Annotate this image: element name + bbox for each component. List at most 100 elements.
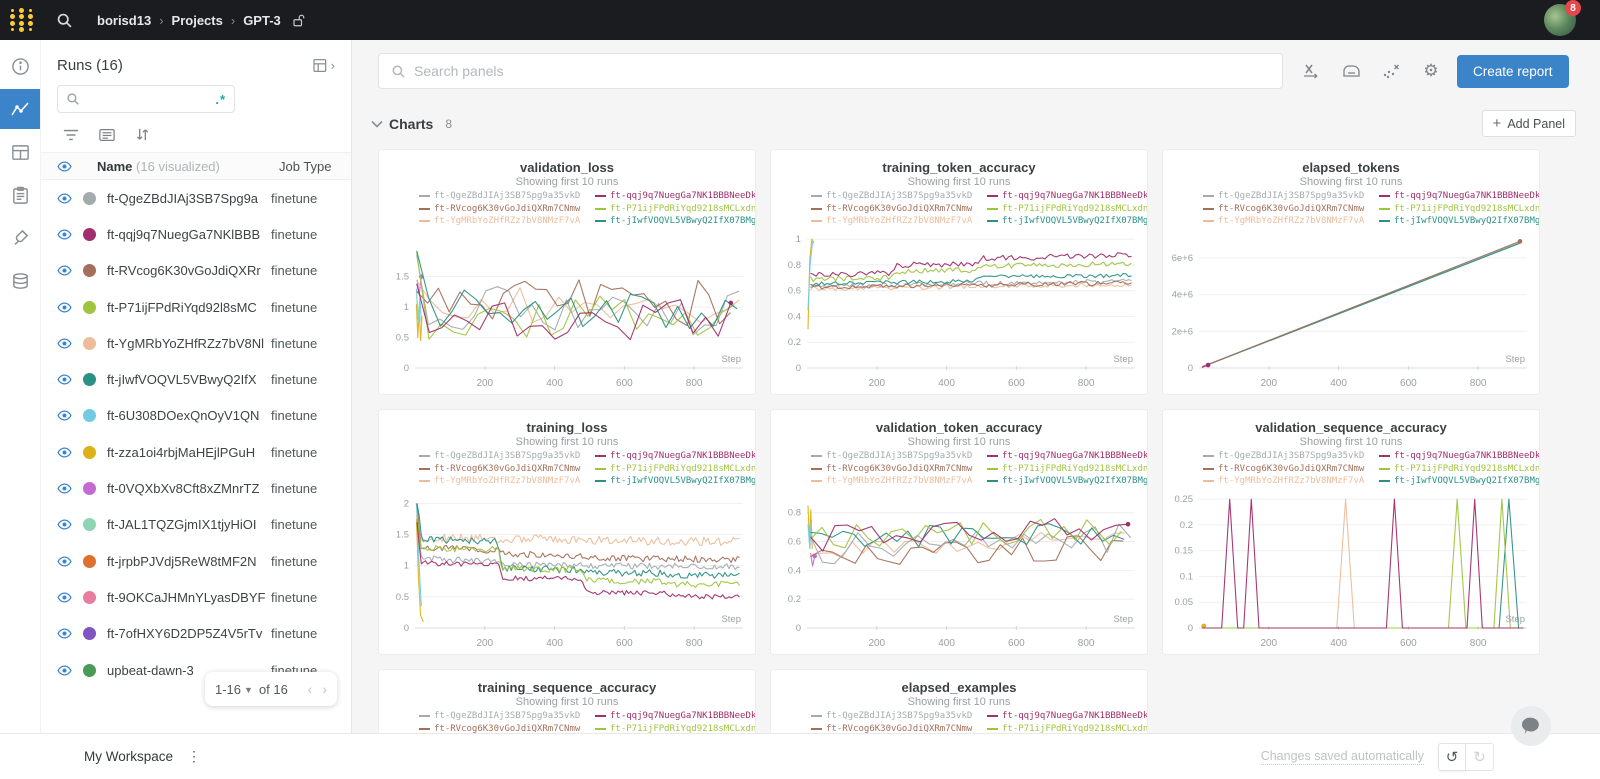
- artifacts-tab-database-icon[interactable]: [0, 261, 40, 301]
- global-search-icon[interactable]: [56, 12, 73, 29]
- legend-entry[interactable]: ft-YgMRbYoZHfRZz7bV8NMzF7vA: [1203, 475, 1379, 488]
- runs-column-name[interactable]: Name: [97, 159, 132, 174]
- run-row[interactable]: ft-RVcog6K30vGoJdiQXRrfinetune: [41, 253, 351, 289]
- group-icon[interactable]: [99, 127, 115, 142]
- runs-table-expand-icon[interactable]: ›: [313, 58, 335, 73]
- run-name[interactable]: ft-P71ijFPdRiYqd92l8sMC: [107, 300, 265, 315]
- run-row[interactable]: ft-QgeZBdJIAj3SB7Spg9afinetune: [41, 180, 351, 216]
- charts-section-collapse-icon[interactable]: [371, 120, 383, 128]
- legend-entry[interactable]: ft-P71ijFPdRiYqd9218sMCLxdn: [987, 723, 1147, 734]
- legend-entry[interactable]: ft-qqj9q7NuegGa7NK1BBBNeeDk: [987, 190, 1147, 203]
- legend-entry[interactable]: ft-P71ijFPdRiYqd9218sMCLxdn: [1379, 463, 1539, 476]
- legend-entry[interactable]: ft-QgeZBdJIAj3SB7Spg9a35vkD: [1203, 450, 1379, 463]
- run-row[interactable]: ft-6U308DOexQnOyV1QNfinetune: [41, 398, 351, 434]
- chart-plot[interactable]: 02e+64e+66e+6200400600800Step: [1163, 228, 1539, 390]
- legend-entry[interactable]: ft-qqj9q7NuegGa7NK1BBBNeeDk: [595, 190, 755, 203]
- legend-entry[interactable]: ft-P71ijFPdRiYqd9218sMCLxdn: [1379, 203, 1539, 216]
- workspace-menu-kebab-icon[interactable]: ⋮: [187, 748, 201, 765]
- undo-button[interactable]: ↺: [1438, 743, 1466, 771]
- chart-panel[interactable]: validation_sequence_accuracyShowing firs…: [1162, 409, 1540, 655]
- filter-icon[interactable]: [63, 127, 79, 142]
- legend-entry[interactable]: ft-qqj9q7NuegGa7NK1BBBNeeDk: [595, 710, 755, 723]
- regex-toggle-icon[interactable]: .*: [215, 92, 226, 107]
- legend-entry[interactable]: ft-RVcog6K30vGoJdiQXRm7CNmw: [419, 723, 595, 734]
- run-name[interactable]: ft-jrpbPJVdj5ReW8tMF2N: [107, 554, 265, 569]
- smoothing-icon[interactable]: [1341, 61, 1361, 81]
- run-visibility-eye-icon[interactable]: [57, 263, 83, 278]
- run-visibility-eye-icon[interactable]: [57, 372, 83, 387]
- charts-section-title[interactable]: Charts: [389, 116, 433, 132]
- run-name[interactable]: ft-RVcog6K30vGoJdiQXRr: [107, 263, 265, 278]
- outliers-icon[interactable]: [1381, 61, 1401, 81]
- legend-entry[interactable]: ft-P71ijFPdRiYqd9218sMCLxdn: [987, 203, 1147, 216]
- chart-panel[interactable]: validation_token_accuracyShowing first 1…: [770, 409, 1148, 655]
- run-name[interactable]: ft-0VQXbXv8Cft8xZMnrTZ: [107, 481, 265, 496]
- legend-entry[interactable]: ft-qqj9q7NuegGa7NK1BBBNeeDk: [1379, 450, 1539, 463]
- run-visibility-eye-icon[interactable]: [57, 445, 83, 460]
- legend-entry[interactable]: ft-QgeZBdJIAj3SB7Spg9a35vkD: [811, 450, 987, 463]
- run-name[interactable]: ft-zza1oi4rbjMaHEjlPGuH: [107, 445, 265, 460]
- chart-plot[interactable]: 00.511.52200400600800Step: [379, 488, 755, 650]
- x-axis-settings-icon[interactable]: [1301, 61, 1321, 81]
- run-name[interactable]: ft-9OKCaJHMnYLyasDBYF: [107, 590, 265, 605]
- legend-entry[interactable]: ft-jIwfVOQVL5VBwyQ2IfX07BMg: [595, 475, 755, 488]
- legend-entry[interactable]: ft-RVcog6K30vGoJdiQXRm7CNmw: [811, 463, 987, 476]
- legend-entry[interactable]: ft-qqj9q7NuegGa7NK1BBBNeeDk: [595, 450, 755, 463]
- legend-entry[interactable]: ft-QgeZBdJIAj3SB7Spg9a35vkD: [419, 190, 595, 203]
- run-name[interactable]: ft-YgMRbYoZHfRZz7bV8Nl: [107, 336, 265, 351]
- run-name[interactable]: ft-JAL1TQZGjmIX1tjyHiOI: [107, 517, 265, 532]
- legend-entry[interactable]: ft-QgeZBdJIAj3SB7Spg9a35vkD: [811, 710, 987, 723]
- run-row[interactable]: ft-zza1oi4rbjMaHEjlPGuHfinetune: [41, 434, 351, 470]
- run-visibility-eye-icon[interactable]: [57, 336, 83, 351]
- run-row[interactable]: ft-jIwfVOQVL5VBwyQ2IfXfinetune: [41, 361, 351, 397]
- panel-search-input[interactable]: [414, 63, 1270, 79]
- sweeps-tab-broom-icon[interactable]: [0, 218, 40, 258]
- run-row[interactable]: ft-9OKCaJHMnYLyasDBYFfinetune: [41, 579, 351, 615]
- run-visibility-eye-icon[interactable]: [57, 227, 83, 242]
- chart-panel[interactable]: training_lossShowing first 10 runsft-Qge…: [378, 409, 756, 655]
- legend-entry[interactable]: ft-jIwfVOQVL5VBwyQ2IfX07BMg: [595, 215, 755, 228]
- legend-entry[interactable]: ft-QgeZBdJIAj3SB7Spg9a35vkD: [419, 710, 595, 723]
- run-visibility-eye-icon[interactable]: [57, 481, 83, 496]
- run-name[interactable]: ft-qqj9q7NuegGa7NKlBBB: [107, 227, 265, 242]
- breadcrumb-projects[interactable]: Projects: [172, 13, 223, 28]
- run-row[interactable]: ft-jrpbPJVdj5ReW8tMF2Nfinetune: [41, 543, 351, 579]
- run-name[interactable]: ft-jIwfVOQVL5VBwyQ2IfX: [107, 372, 265, 387]
- run-visibility-eye-icon[interactable]: [57, 554, 83, 569]
- legend-entry[interactable]: ft-qqj9q7NuegGa7NK1BBBNeeDk: [987, 450, 1147, 463]
- chart-plot[interactable]: 00.20.40.60.8200400600800Step: [771, 488, 1147, 650]
- run-row[interactable]: ft-P71ijFPdRiYqd92l8sMCfinetune: [41, 289, 351, 325]
- run-name[interactable]: ft-QgeZBdJIAj3SB7Spg9a: [107, 191, 265, 206]
- run-row[interactable]: ft-7ofHXY6D2DP5Z4V5rTvfinetune: [41, 616, 351, 652]
- run-name[interactable]: ft-7ofHXY6D2DP5Z4V5rTv: [107, 626, 265, 641]
- workspace-name[interactable]: My Workspace: [84, 749, 173, 764]
- run-name[interactable]: ft-6U308DOexQnOyV1QN: [107, 408, 265, 423]
- legend-entry[interactable]: ft-P71ijFPdRiYqd9218sMCLxdn: [595, 723, 755, 734]
- run-row[interactable]: ft-JAL1TQZGjmIX1tjyHiOIfinetune: [41, 507, 351, 543]
- legend-entry[interactable]: ft-RVcog6K30vGoJdiQXRm7CNmw: [419, 463, 595, 476]
- run-visibility-eye-icon[interactable]: [57, 300, 83, 315]
- chart-plot[interactable]: 00.20.40.60.81200400600800Step: [771, 228, 1147, 390]
- legend-entry[interactable]: ft-QgeZBdJIAj3SB7Spg9a35vkD: [1203, 190, 1379, 203]
- charts-tab-line-chart-icon[interactable]: [0, 89, 40, 129]
- legend-entry[interactable]: ft-P71ijFPdRiYqd9218sMCLxdn: [987, 463, 1147, 476]
- sort-icon[interactable]: [135, 127, 150, 142]
- logs-tab-clipboard-icon[interactable]: [0, 175, 40, 215]
- run-visibility-eye-icon[interactable]: [57, 408, 83, 423]
- legend-entry[interactable]: ft-YgMRbYoZHfRZz7bV8NMzF7vA: [419, 215, 595, 228]
- pagination-prev-icon[interactable]: ‹: [308, 681, 313, 697]
- legend-entry[interactable]: ft-RVcog6K30vGoJdiQXRm7CNmw: [1203, 463, 1379, 476]
- runs-column-jobtype[interactable]: Job Type: [279, 159, 351, 174]
- run-visibility-eye-icon[interactable]: [57, 517, 83, 532]
- legend-entry[interactable]: ft-jIwfVOQVL5VBwyQ2IfX07BMg: [987, 475, 1147, 488]
- legend-entry[interactable]: ft-qqj9q7NuegGa7NK1BBBNeeDk: [987, 710, 1147, 723]
- breadcrumb-user[interactable]: borisd13: [97, 13, 151, 28]
- legend-entry[interactable]: ft-P71ijFPdRiYqd9218sMCLxdn: [595, 203, 755, 216]
- runs-search-input[interactable]: [86, 92, 215, 106]
- run-visibility-eye-icon[interactable]: [57, 626, 83, 641]
- wandb-logo[interactable]: [8, 8, 34, 32]
- legend-entry[interactable]: ft-RVcog6K30vGoJdiQXRm7CNmw: [1203, 203, 1379, 216]
- chat-support-button[interactable]: [1511, 706, 1551, 746]
- legend-entry[interactable]: ft-jIwfVOQVL5VBwyQ2IfX07BMg: [1379, 475, 1539, 488]
- chart-plot[interactable]: 00.511.5200400600800Step: [379, 228, 755, 390]
